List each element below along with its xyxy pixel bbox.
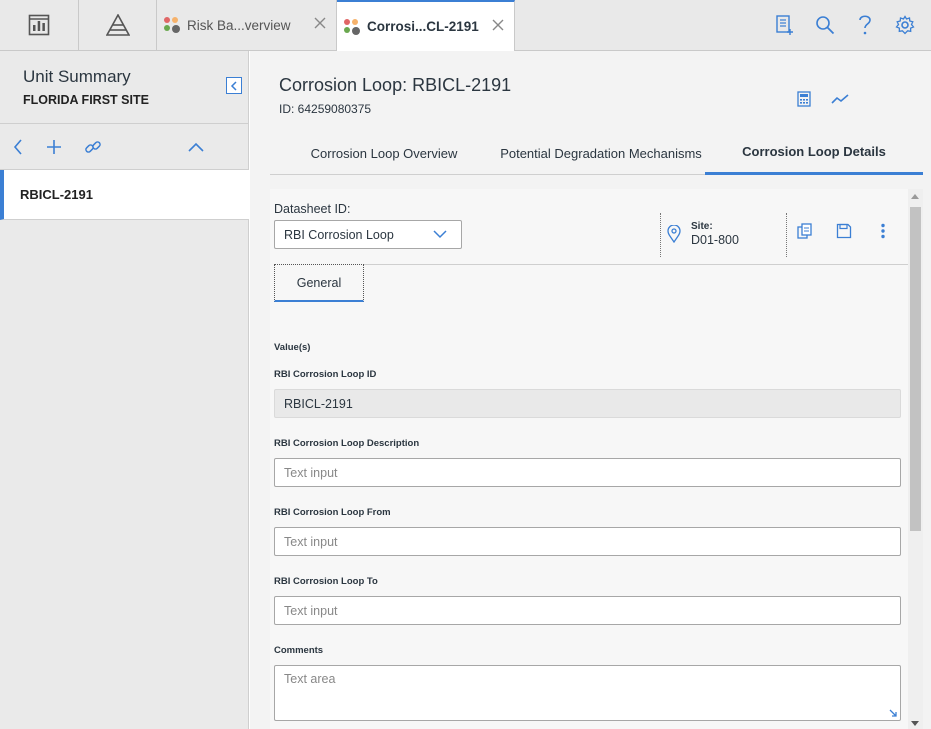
search-button[interactable]: [805, 0, 845, 50]
save-button[interactable]: [835, 222, 853, 240]
tab-potential-degradation-mechanisms[interactable]: Potential Degradation Mechanisms: [498, 131, 704, 175]
field-placeholder: Text input: [284, 604, 338, 618]
field-placeholder: Text input: [284, 535, 338, 549]
scroll-down-arrow[interactable]: [911, 721, 919, 726]
comments-textarea[interactable]: Text area: [274, 665, 901, 721]
description-field[interactable]: Text input: [274, 458, 901, 487]
datasheet-select[interactable]: RBI Corrosion Loop: [274, 220, 462, 249]
tab-corrosion-loop-details[interactable]: Corrosion Loop Details: [705, 131, 923, 175]
tab-label: Corrosi...CL-2191: [367, 19, 479, 34]
link-icon: [85, 141, 101, 153]
asset-tab-icon: [344, 18, 360, 35]
page-title: Corrosion Loop: RBICL-2191: [279, 75, 512, 95]
datasheet-id-label: Datasheet ID:: [274, 202, 351, 216]
tab-risk-based-overview[interactable]: Risk Ba...verview: [157, 0, 337, 50]
resize-handle-icon[interactable]: [889, 709, 898, 718]
search-icon: [816, 16, 835, 35]
main-area: Corrosion Loop: RBICL-2191 ID: 642590803…: [250, 51, 931, 729]
field-label: RBI Corrosion Loop From: [274, 507, 391, 518]
chevron-down-icon: [433, 230, 447, 239]
top-tab-bar: Risk Ba...verview Corrosi...CL-2191: [0, 0, 931, 51]
settings-button[interactable]: [885, 0, 925, 50]
chevron-left-icon: [13, 139, 22, 155]
sub-tabs: Corrosion Loop Overview Potential Degrad…: [270, 131, 923, 175]
dashboard-button[interactable]: [0, 0, 79, 50]
close-icon[interactable]: [312, 15, 328, 31]
collapse-panel-button[interactable]: [226, 77, 242, 94]
panel-title: Unit Summary: [23, 67, 131, 86]
gear-icon: [895, 15, 915, 35]
datasheet-panel: Datasheet ID: RBI Corrosion Loop Site: D…: [270, 189, 923, 729]
loop-from-field[interactable]: Text input: [274, 527, 901, 556]
loop-to-field[interactable]: Text input: [274, 596, 901, 625]
field-label: RBI Corrosion Loop To: [274, 576, 378, 587]
chevron-left-icon: [230, 80, 237, 91]
scrollbar-thumb[interactable]: [910, 207, 921, 531]
close-icon[interactable]: [490, 17, 506, 33]
more-vertical-icon: [881, 223, 885, 239]
tab-corrosion-loop[interactable]: Corrosi...CL-2191: [337, 0, 515, 51]
record-id: ID: 64259080375: [279, 102, 372, 116]
divider: [274, 264, 908, 265]
list-item-rbicl-2191[interactable]: RBICL-2191: [0, 170, 249, 220]
help-icon: [859, 15, 871, 35]
save-icon: [836, 223, 852, 239]
document-add-icon: [776, 15, 793, 35]
back-button[interactable]: [8, 137, 28, 157]
new-document-button[interactable]: [765, 0, 805, 50]
divider: [786, 213, 787, 257]
vertical-scrollbar[interactable]: [908, 189, 923, 729]
pyramid-icon: [105, 14, 130, 36]
site-label: Site:: [691, 221, 713, 232]
datasheet-select-value: RBI Corrosion Loop: [284, 228, 394, 242]
section-label: Value(s): [274, 342, 311, 353]
global-toolbar: [765, 0, 925, 50]
pyramid-button[interactable]: [79, 0, 157, 50]
dashboard-icon: [28, 14, 50, 36]
help-button[interactable]: [845, 0, 885, 50]
link-button[interactable]: [83, 137, 103, 157]
asset-tab-icon: [164, 17, 180, 33]
more-options-button[interactable]: [874, 222, 892, 240]
list-item-label: RBICL-2191: [20, 187, 93, 202]
scroll-up-arrow[interactable]: [911, 194, 919, 199]
divider: [660, 213, 661, 257]
field-label: Comments: [274, 645, 324, 656]
field-placeholder: Text area: [284, 672, 336, 686]
location-pin-icon: [667, 225, 681, 243]
record-header: Corrosion Loop: RBICL-2191 ID: 642590803…: [250, 51, 931, 175]
calculator-icon: [797, 91, 811, 107]
site-value: D01-800: [691, 233, 739, 247]
tab-label: Risk Ba...verview: [187, 17, 291, 33]
chevron-up-icon: [188, 142, 204, 152]
trend-button[interactable]: [830, 89, 850, 109]
add-button[interactable]: [44, 137, 64, 157]
tab-corrosion-loop-overview[interactable]: Corrosion Loop Overview: [270, 131, 498, 175]
left-panel: Unit Summary FLORIDA FIRST SITE RBICL-21…: [0, 51, 249, 729]
panel-subtitle: FLORIDA FIRST SITE: [23, 93, 149, 107]
copy-icon: [797, 223, 812, 239]
tab-general[interactable]: General: [274, 264, 364, 302]
calculator-button[interactable]: [794, 89, 814, 109]
trend-icon: [831, 94, 849, 104]
field-label: RBI Corrosion Loop ID: [274, 369, 377, 380]
plus-icon: [47, 140, 61, 154]
field-value: RBICL-2191: [284, 397, 353, 411]
panel-toolbar: [0, 123, 249, 170]
field-label: RBI Corrosion Loop Description: [274, 438, 420, 449]
corrosion-loop-id-field[interactable]: RBICL-2191: [274, 389, 901, 418]
field-placeholder: Text input: [284, 466, 338, 480]
copy-button[interactable]: [796, 222, 814, 240]
collapse-tree-button[interactable]: [186, 137, 206, 157]
